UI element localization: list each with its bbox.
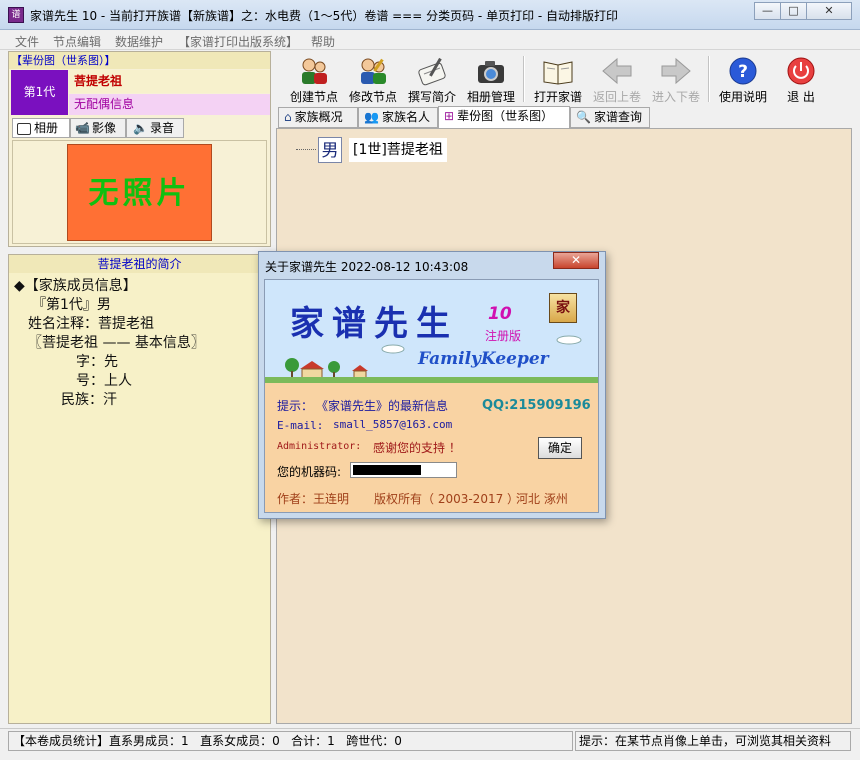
arrow-left-icon	[602, 57, 632, 85]
product-version: 10	[488, 304, 512, 324]
tree-connector	[296, 149, 316, 150]
no-photo-placeholder[interactable]: 无照片	[67, 144, 212, 241]
intro-line: 号：上人	[76, 373, 132, 389]
copyright-text: 版权所有（ 2003-2017 ）	[374, 492, 520, 506]
location-text: 河北 涿州	[516, 492, 568, 506]
tab-audio[interactable]: 🔈 录音	[126, 118, 184, 138]
tab-album[interactable]: 相册	[12, 118, 70, 138]
product-name: 家谱先生	[290, 304, 458, 344]
generation-badge: 第1代	[11, 70, 68, 115]
member-name: 菩提老祖	[69, 70, 270, 93]
prev-volume-button[interactable]: 返回上卷	[587, 52, 647, 106]
toolbar-separator	[708, 56, 710, 102]
house-icon: ⌂	[284, 110, 292, 124]
tip-text: 《家谱先生》的最新信息	[316, 399, 449, 413]
tip-label: 提示：	[277, 399, 314, 413]
menu-help[interactable]: 帮助	[311, 33, 335, 50]
machine-code-label: 您的机器码:	[277, 465, 342, 479]
member-statistics: 【本卷成员统计】直系男成员：1 直系女成员：0 合计：1 跨世代：0	[8, 731, 573, 751]
search-person-icon: 🔍	[576, 110, 591, 124]
minimize-button[interactable]: —	[754, 2, 781, 20]
logo-book-icon: 家	[549, 293, 577, 323]
male-node-icon[interactable]: 男	[318, 137, 342, 163]
menu-data-maintenance[interactable]: 数据维护	[115, 33, 163, 50]
cloud-icon	[381, 344, 405, 354]
open-book-icon	[543, 61, 573, 85]
tab-family-notables[interactable]: 👥 家族名人	[358, 107, 438, 128]
help-icon: ?	[729, 57, 757, 85]
cloud-icon	[556, 335, 582, 345]
people-icon: 👥	[364, 110, 379, 124]
intro-line: 姓名注释：菩提老祖	[28, 316, 154, 332]
edit-node-icon	[361, 58, 386, 84]
email-address[interactable]: small_5857@163.com	[333, 418, 452, 431]
create-node-button[interactable]: 创建节点	[284, 52, 344, 106]
tab-video[interactable]: 📹 影像	[70, 118, 126, 138]
dialog-ground-strip	[265, 377, 598, 383]
tree-node-label[interactable]: [1世]菩提老祖	[349, 138, 447, 162]
power-icon	[787, 57, 815, 85]
thanks-text: 感谢您的支持 ！	[373, 441, 461, 455]
author-text: 作者：王连明	[277, 492, 350, 506]
edit-node-button[interactable]: 修改节点	[343, 52, 403, 106]
intro-line: 民族：汗	[61, 392, 117, 408]
panel-header: 【辈份图（世系图）】	[9, 52, 270, 69]
speaker-icon: 🔈	[133, 121, 148, 135]
album-manage-button[interactable]: 相册管理	[461, 52, 521, 106]
write-intro-button[interactable]: 撰写简介	[402, 52, 462, 106]
email-label: E-mail:	[277, 419, 324, 432]
camera-icon	[478, 61, 504, 83]
toolbar-separator	[523, 56, 525, 102]
ok-button[interactable]: 确定	[538, 437, 582, 459]
machine-code-redaction	[353, 465, 421, 475]
menu-print-system[interactable]: 【家谱打印出版系统】	[178, 33, 298, 50]
help-button[interactable]: ? 使用说明	[713, 52, 773, 106]
admin-label: Administrator:	[277, 441, 362, 452]
open-genealogy-button[interactable]: 打开家谱	[528, 52, 588, 106]
arrow-right-icon	[661, 57, 691, 85]
tab-genealogy-search[interactable]: 🔍 家谱查询	[570, 107, 650, 128]
spouse-info: 无配偶信息	[69, 94, 270, 115]
tree-icon: ⊞	[444, 109, 455, 123]
next-volume-button[interactable]: 进入下卷	[646, 52, 706, 106]
write-intro-icon	[418, 57, 446, 86]
menu-node-edit[interactable]: 节点编辑	[53, 33, 101, 50]
maximize-button[interactable]: □	[780, 2, 807, 20]
camera-icon	[17, 122, 31, 135]
exit-button[interactable]: 退 出	[772, 52, 830, 106]
intro-line: 〖菩提老祖 —— 基本信息〗	[28, 335, 205, 351]
tab-family-overview[interactable]: ⌂ 家族概况	[278, 107, 358, 128]
family-book-icon: 谱	[8, 7, 24, 23]
window-title: 家谱先生 10 - 当前打开族谱【新族谱】之：水电费（1～5代）卷谱 === 分…	[30, 9, 619, 23]
video-icon: 📹	[75, 121, 90, 135]
intro-line: 字：先	[76, 354, 118, 370]
dialog-title: 关于家谱先生 2022-08-12 10:43:08	[265, 260, 469, 274]
qq-number: QQ:215909196	[482, 398, 591, 413]
dialog-close-button[interactable]: ✕	[553, 252, 599, 269]
intro-line: ◆【家族成员信息】	[14, 278, 137, 294]
tab-generation-chart[interactable]: ⊞ 辈份图（世系图）	[438, 106, 570, 128]
product-english-name: FamilyKeeper	[418, 349, 549, 369]
intro-line: 『第1代』男	[32, 297, 111, 313]
close-button[interactable]: ✕	[806, 2, 852, 20]
status-hint: 提示：在某节点肖像上单击，可浏览其相关资料	[575, 731, 851, 751]
svg-text:?: ?	[738, 62, 748, 82]
registered-label: 注册版	[485, 329, 522, 343]
menu-file[interactable]: 文件	[15, 33, 39, 50]
intro-header: 菩提老祖的简介	[9, 255, 270, 273]
create-node-icon	[302, 58, 327, 84]
